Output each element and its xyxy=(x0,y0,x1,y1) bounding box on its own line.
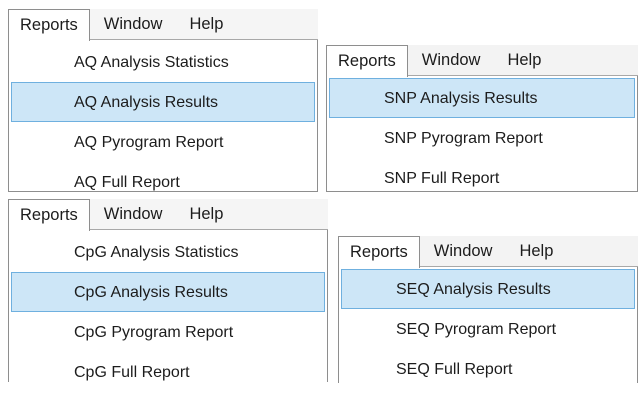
menu-window[interactable]: Window xyxy=(90,9,174,39)
reports-dropdown: CpG Analysis Statistics CpG Analysis Res… xyxy=(8,230,328,382)
cpg-menu-panel: Reports Window Help CpG Analysis Statist… xyxy=(8,199,328,382)
menu-bar: Reports Window Help xyxy=(326,45,638,77)
menu-item-snp-analysis-results[interactable]: SNP Analysis Results xyxy=(329,78,635,118)
menu-item-aq-full-report[interactable]: AQ Full Report xyxy=(11,162,315,202)
menu-help[interactable]: Help xyxy=(491,45,552,75)
menu-item-aq-analysis-statistics[interactable]: AQ Analysis Statistics xyxy=(11,42,315,82)
menu-reports[interactable]: Reports xyxy=(338,236,420,268)
menu-item-aq-analysis-results[interactable]: AQ Analysis Results xyxy=(11,82,315,122)
menu-reports[interactable]: Reports xyxy=(8,199,90,231)
menu-item-cpg-analysis-results[interactable]: CpG Analysis Results xyxy=(11,272,325,312)
menu-item-cpg-analysis-statistics[interactable]: CpG Analysis Statistics xyxy=(11,232,325,272)
menu-window[interactable]: Window xyxy=(420,236,504,266)
seq-menu-panel: Reports Window Help SEQ Analysis Results… xyxy=(338,236,638,383)
menu-window[interactable]: Window xyxy=(90,199,174,229)
menu-window[interactable]: Window xyxy=(408,45,492,75)
menu-help[interactable]: Help xyxy=(173,9,234,39)
menu-reports[interactable]: Reports xyxy=(326,45,408,77)
menu-item-cpg-pyrogram-report[interactable]: CpG Pyrogram Report xyxy=(11,312,325,352)
menu-item-snp-pyrogram-report[interactable]: SNP Pyrogram Report xyxy=(329,118,635,158)
menu-item-seq-pyrogram-report[interactable]: SEQ Pyrogram Report xyxy=(341,309,635,349)
aq-menu-panel: Reports Window Help AQ Analysis Statisti… xyxy=(8,9,318,192)
reports-dropdown: AQ Analysis Statistics AQ Analysis Resul… xyxy=(8,40,318,192)
menu-item-seq-full-report[interactable]: SEQ Full Report xyxy=(341,349,635,389)
snp-menu-panel: Reports Window Help SNP Analysis Results… xyxy=(326,45,638,192)
reports-dropdown: SEQ Analysis Results SEQ Pyrogram Report… xyxy=(338,267,638,383)
reports-dropdown: SNP Analysis Results SNP Pyrogram Report… xyxy=(326,76,638,192)
menu-reports[interactable]: Reports xyxy=(8,9,90,41)
menu-help[interactable]: Help xyxy=(173,199,234,229)
menu-item-cpg-full-report[interactable]: CpG Full Report xyxy=(11,352,325,392)
menu-item-snp-full-report[interactable]: SNP Full Report xyxy=(329,158,635,198)
menu-bar: Reports Window Help xyxy=(8,199,328,231)
menu-item-seq-analysis-results[interactable]: SEQ Analysis Results xyxy=(341,269,635,309)
menu-bar: Reports Window Help xyxy=(8,9,318,41)
menu-bar: Reports Window Help xyxy=(338,236,638,268)
menu-help[interactable]: Help xyxy=(503,236,564,266)
menu-item-aq-pyrogram-report[interactable]: AQ Pyrogram Report xyxy=(11,122,315,162)
